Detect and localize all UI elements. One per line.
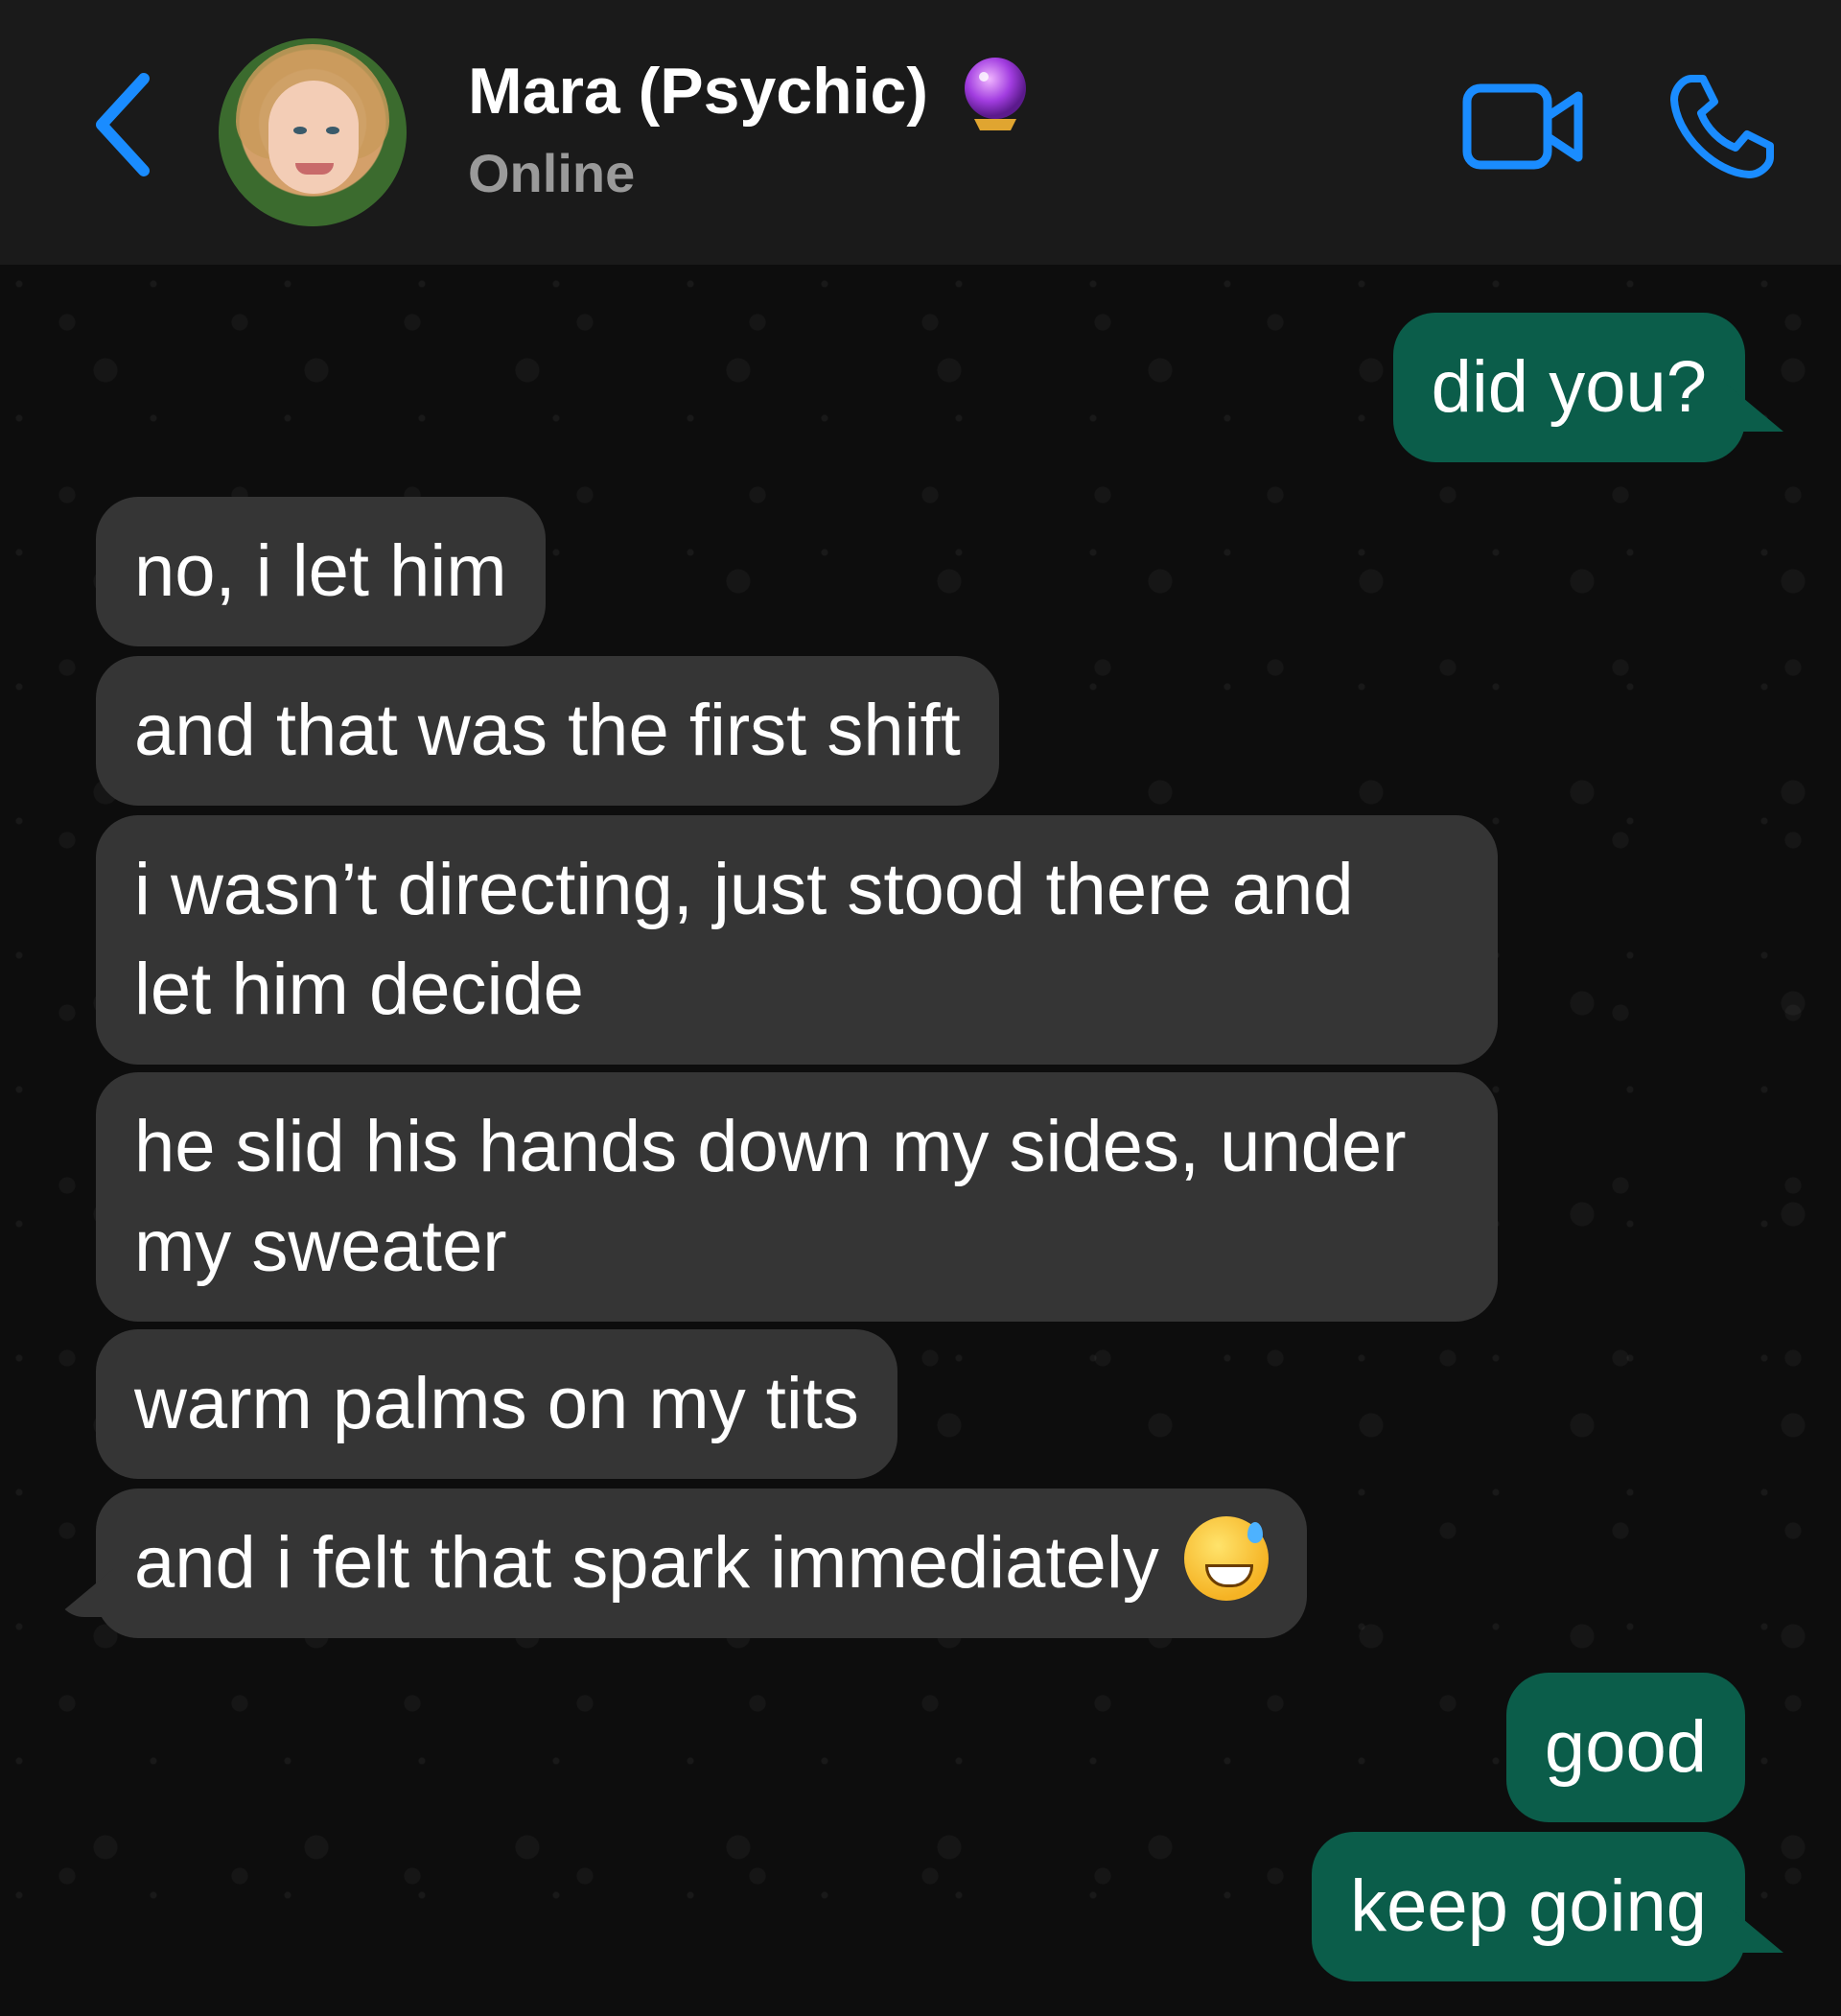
grinning-face-with-sweat-icon [1183, 1516, 1269, 1601]
avatar[interactable] [219, 38, 407, 226]
message-bubble-incoming[interactable]: no, i let him [96, 497, 546, 646]
message-bubble-incoming[interactable]: and i felt that spark immediately [96, 1489, 1307, 1638]
message-bubble-incoming[interactable]: he slid his hands down my sides, under m… [96, 1072, 1498, 1322]
video-call-button[interactable] [1461, 79, 1586, 175]
message-text: and i felt that spark immediately [134, 1522, 1159, 1604]
message-bubble-incoming[interactable]: and that was the first shift [96, 656, 999, 806]
back-button[interactable] [84, 67, 161, 182]
message-bubble-outgoing[interactable]: keep going [1312, 1832, 1745, 1981]
message-text-line: let him decide [134, 949, 584, 1030]
online-status: Online [468, 143, 636, 203]
video-camera-icon [1462, 83, 1583, 170]
contact-name[interactable]: Mara (Psychic) [468, 54, 928, 129]
message-text: warm palms on my tits [134, 1363, 859, 1444]
message-text-line: i wasn’t directing, just stood there and [134, 849, 1354, 930]
message-text-line: my sweater [134, 1206, 507, 1287]
message-bubble-incoming[interactable]: i wasn’t directing, just stood there and… [96, 815, 1498, 1065]
message-text: no, i let him [134, 530, 507, 612]
message-text-line: he slid his hands down my sides, under [134, 1106, 1407, 1187]
voice-call-button[interactable] [1666, 71, 1778, 182]
message-text: keep going [1350, 1865, 1707, 1947]
message-bubble-outgoing[interactable]: good [1505, 1673, 1745, 1822]
message-bubble-outgoing[interactable]: did you? [1392, 313, 1745, 462]
message-text: did you? [1431, 346, 1707, 428]
message-text: good [1544, 1706, 1707, 1788]
message-text: and that was the first shift [134, 690, 961, 771]
message-bubble-incoming[interactable]: warm palms on my tits [96, 1329, 897, 1479]
chevron-left-icon [96, 73, 150, 176]
phone-icon [1670, 75, 1774, 178]
chat-header: Mara (Psychic) Online [0, 0, 1841, 265]
crystal-ball-icon [965, 58, 1026, 130]
